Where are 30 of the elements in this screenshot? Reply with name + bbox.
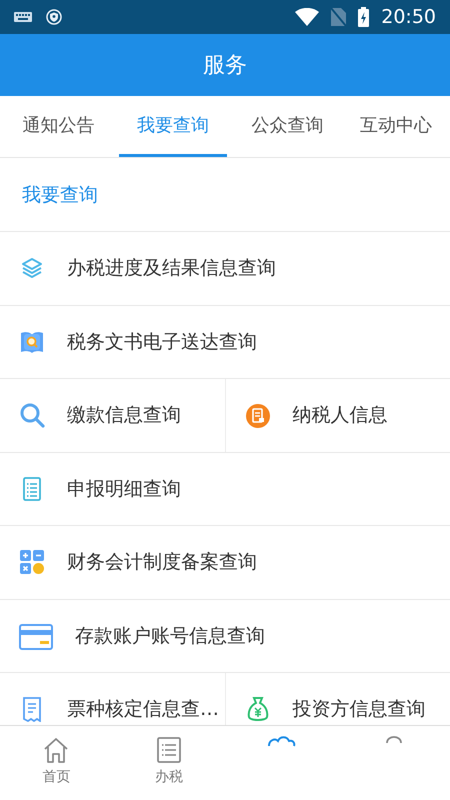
keyboard-icon [14,12,32,22]
wifi-icon [295,8,320,26]
no-sim-icon [331,8,346,26]
menu-item[interactable]: 纳税人信息 [224,379,450,452]
tab[interactable]: 互动中心 [342,96,450,157]
nav-tab[interactable]: 办税 [112,726,225,800]
home-icon[interactable] [42,736,70,764]
app-bar-title: 服务 [203,52,247,80]
tab[interactable]: 通知公告 [4,96,112,157]
list-icon[interactable] [154,736,183,764]
nav-tab[interactable]: 首页 [0,726,112,800]
cloud-icon[interactable] [266,736,296,747]
clock-time: 20:50 [381,6,436,28]
menu-item[interactable]: 申报明细查询 [0,452,450,525]
shield-icon [46,9,62,25]
tab[interactable]: 我要查询 [118,96,227,157]
document-icon [244,402,270,428]
menu-item[interactable]: 办税进度及结果信息查询 [0,232,450,304]
battery-charging-icon [358,7,370,27]
search-icon [19,402,45,428]
tab[interactable]: 公众查询 [233,96,342,157]
section-title: 我要查询 [22,182,98,208]
menu-item[interactable]: 存款账户账号信息查询 [0,600,450,672]
menu-item[interactable]: 票种核定信息查… [0,673,224,725]
menu-item[interactable]: 投资方信息查询 [224,673,450,725]
calculator-icon [19,549,45,576]
money-bag-icon [244,696,270,722]
menu-item[interactable]: 税务文书电子送达查询 [0,306,450,378]
menu-item[interactable]: 财务会计制度备案查询 [0,526,450,598]
menu-item[interactable]: 缴款信息查询 [0,379,224,452]
